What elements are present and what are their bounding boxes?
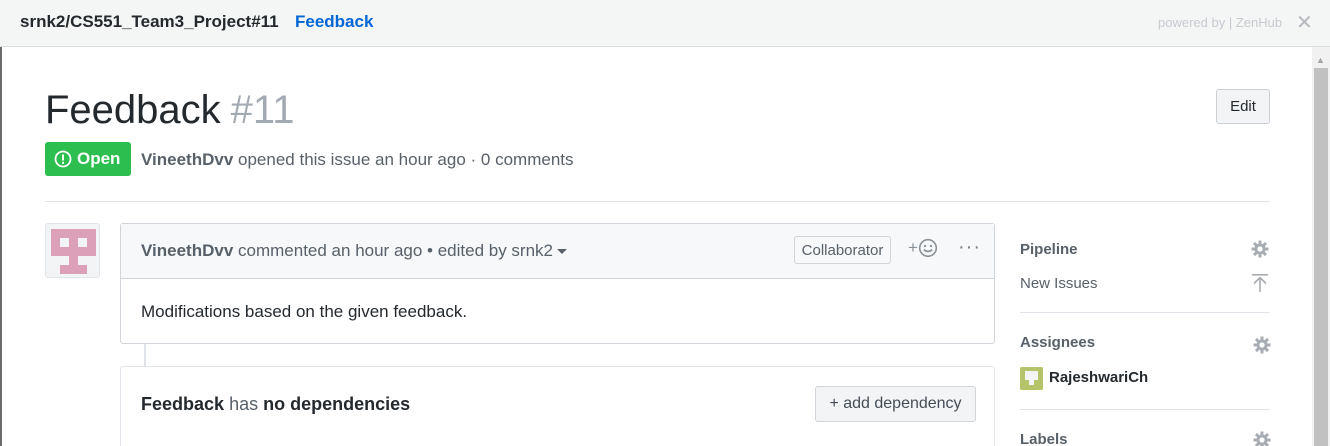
chevron-down-icon[interactable] — [557, 249, 567, 255]
pipeline-label: Pipeline — [1020, 241, 1078, 258]
top-bar: srnk2/CS551_Team3_Project#11 Feedback po… — [0, 0, 1330, 47]
dependencies-none: no dependencies — [263, 394, 411, 414]
add-dependency-button[interactable]: + add dependency — [815, 386, 976, 422]
dependencies-issue: Feedback — [141, 394, 225, 414]
gear-icon[interactable] — [1253, 336, 1271, 354]
sidebar-divider — [1020, 409, 1270, 410]
issue-number: #11 — [230, 88, 295, 132]
divider — [45, 201, 1270, 202]
issue-opened-icon — [54, 150, 72, 168]
page-title: Feedback #11 — [45, 88, 294, 133]
issue-meta-text: opened this issue an hour ago · 0 commen… — [238, 150, 574, 169]
pipeline-value[interactable]: New Issues — [1020, 275, 1098, 292]
close-icon[interactable]: ✕ — [1296, 10, 1313, 35]
status-label: Open — [77, 149, 121, 168]
assignee-identicon — [1020, 367, 1043, 390]
dependencies-has: has — [229, 394, 259, 414]
issue-title-link[interactable]: Feedback — [295, 12, 373, 32]
collaborator-badge: Collaborator — [794, 236, 891, 264]
identicon-image — [51, 229, 96, 274]
move-to-top-icon[interactable] — [1251, 273, 1269, 293]
labels-label: Labels — [1020, 431, 1068, 446]
timeline-connector — [144, 344, 146, 366]
status-badge: Open — [45, 142, 131, 176]
smiley-icon — [918, 238, 938, 258]
dependencies-panel: Feedback has no dependencies + add depen… — [120, 366, 995, 446]
assignees-label: Assignees — [1020, 334, 1096, 351]
scrollbar-thumb[interactable] — [1314, 68, 1328, 446]
reaction-plus: + — [908, 238, 918, 257]
repo-issue-ref[interactable]: srnk2/CS551_Team3_Project#11 — [20, 12, 279, 32]
comment-meta-text[interactable]: commented an hour ago • edited by srnk2 — [238, 241, 553, 260]
assignee-name[interactable]: RajeshwariCh — [1049, 369, 1148, 386]
window-edge — [0, 47, 2, 446]
gear-icon[interactable] — [1253, 431, 1271, 446]
sidebar-divider — [1020, 312, 1270, 313]
issue-title: Feedback — [45, 88, 221, 132]
comment-box: VineethDvv commented an hour ago • edite… — [120, 223, 995, 344]
assignee-avatar[interactable] — [1020, 367, 1043, 390]
issue-author-link[interactable]: VineethDvv — [141, 150, 233, 169]
add-reaction-button[interactable]: + — [908, 238, 938, 258]
comment-meta: VineethDvv commented an hour ago • edite… — [141, 241, 567, 261]
avatar[interactable] — [45, 223, 100, 278]
edit-button[interactable]: Edit — [1216, 89, 1270, 124]
comment-body: Modifications based on the given feedbac… — [141, 302, 468, 321]
more-options-icon[interactable]: ··· — [958, 236, 981, 259]
issue-meta: VineethDvv opened this issue an hour ago… — [141, 150, 574, 170]
powered-by-zenhub[interactable]: powered by | ZenHub — [1158, 15, 1282, 30]
comment-header: VineethDvv commented an hour ago • edite… — [121, 224, 994, 279]
comment-author-link[interactable]: VineethDvv — [141, 241, 233, 260]
scroll-up-arrow-icon[interactable]: ▲ — [1316, 55, 1325, 65]
dependencies-summary: Feedback has no dependencies — [141, 394, 410, 415]
gear-icon[interactable] — [1251, 240, 1269, 258]
